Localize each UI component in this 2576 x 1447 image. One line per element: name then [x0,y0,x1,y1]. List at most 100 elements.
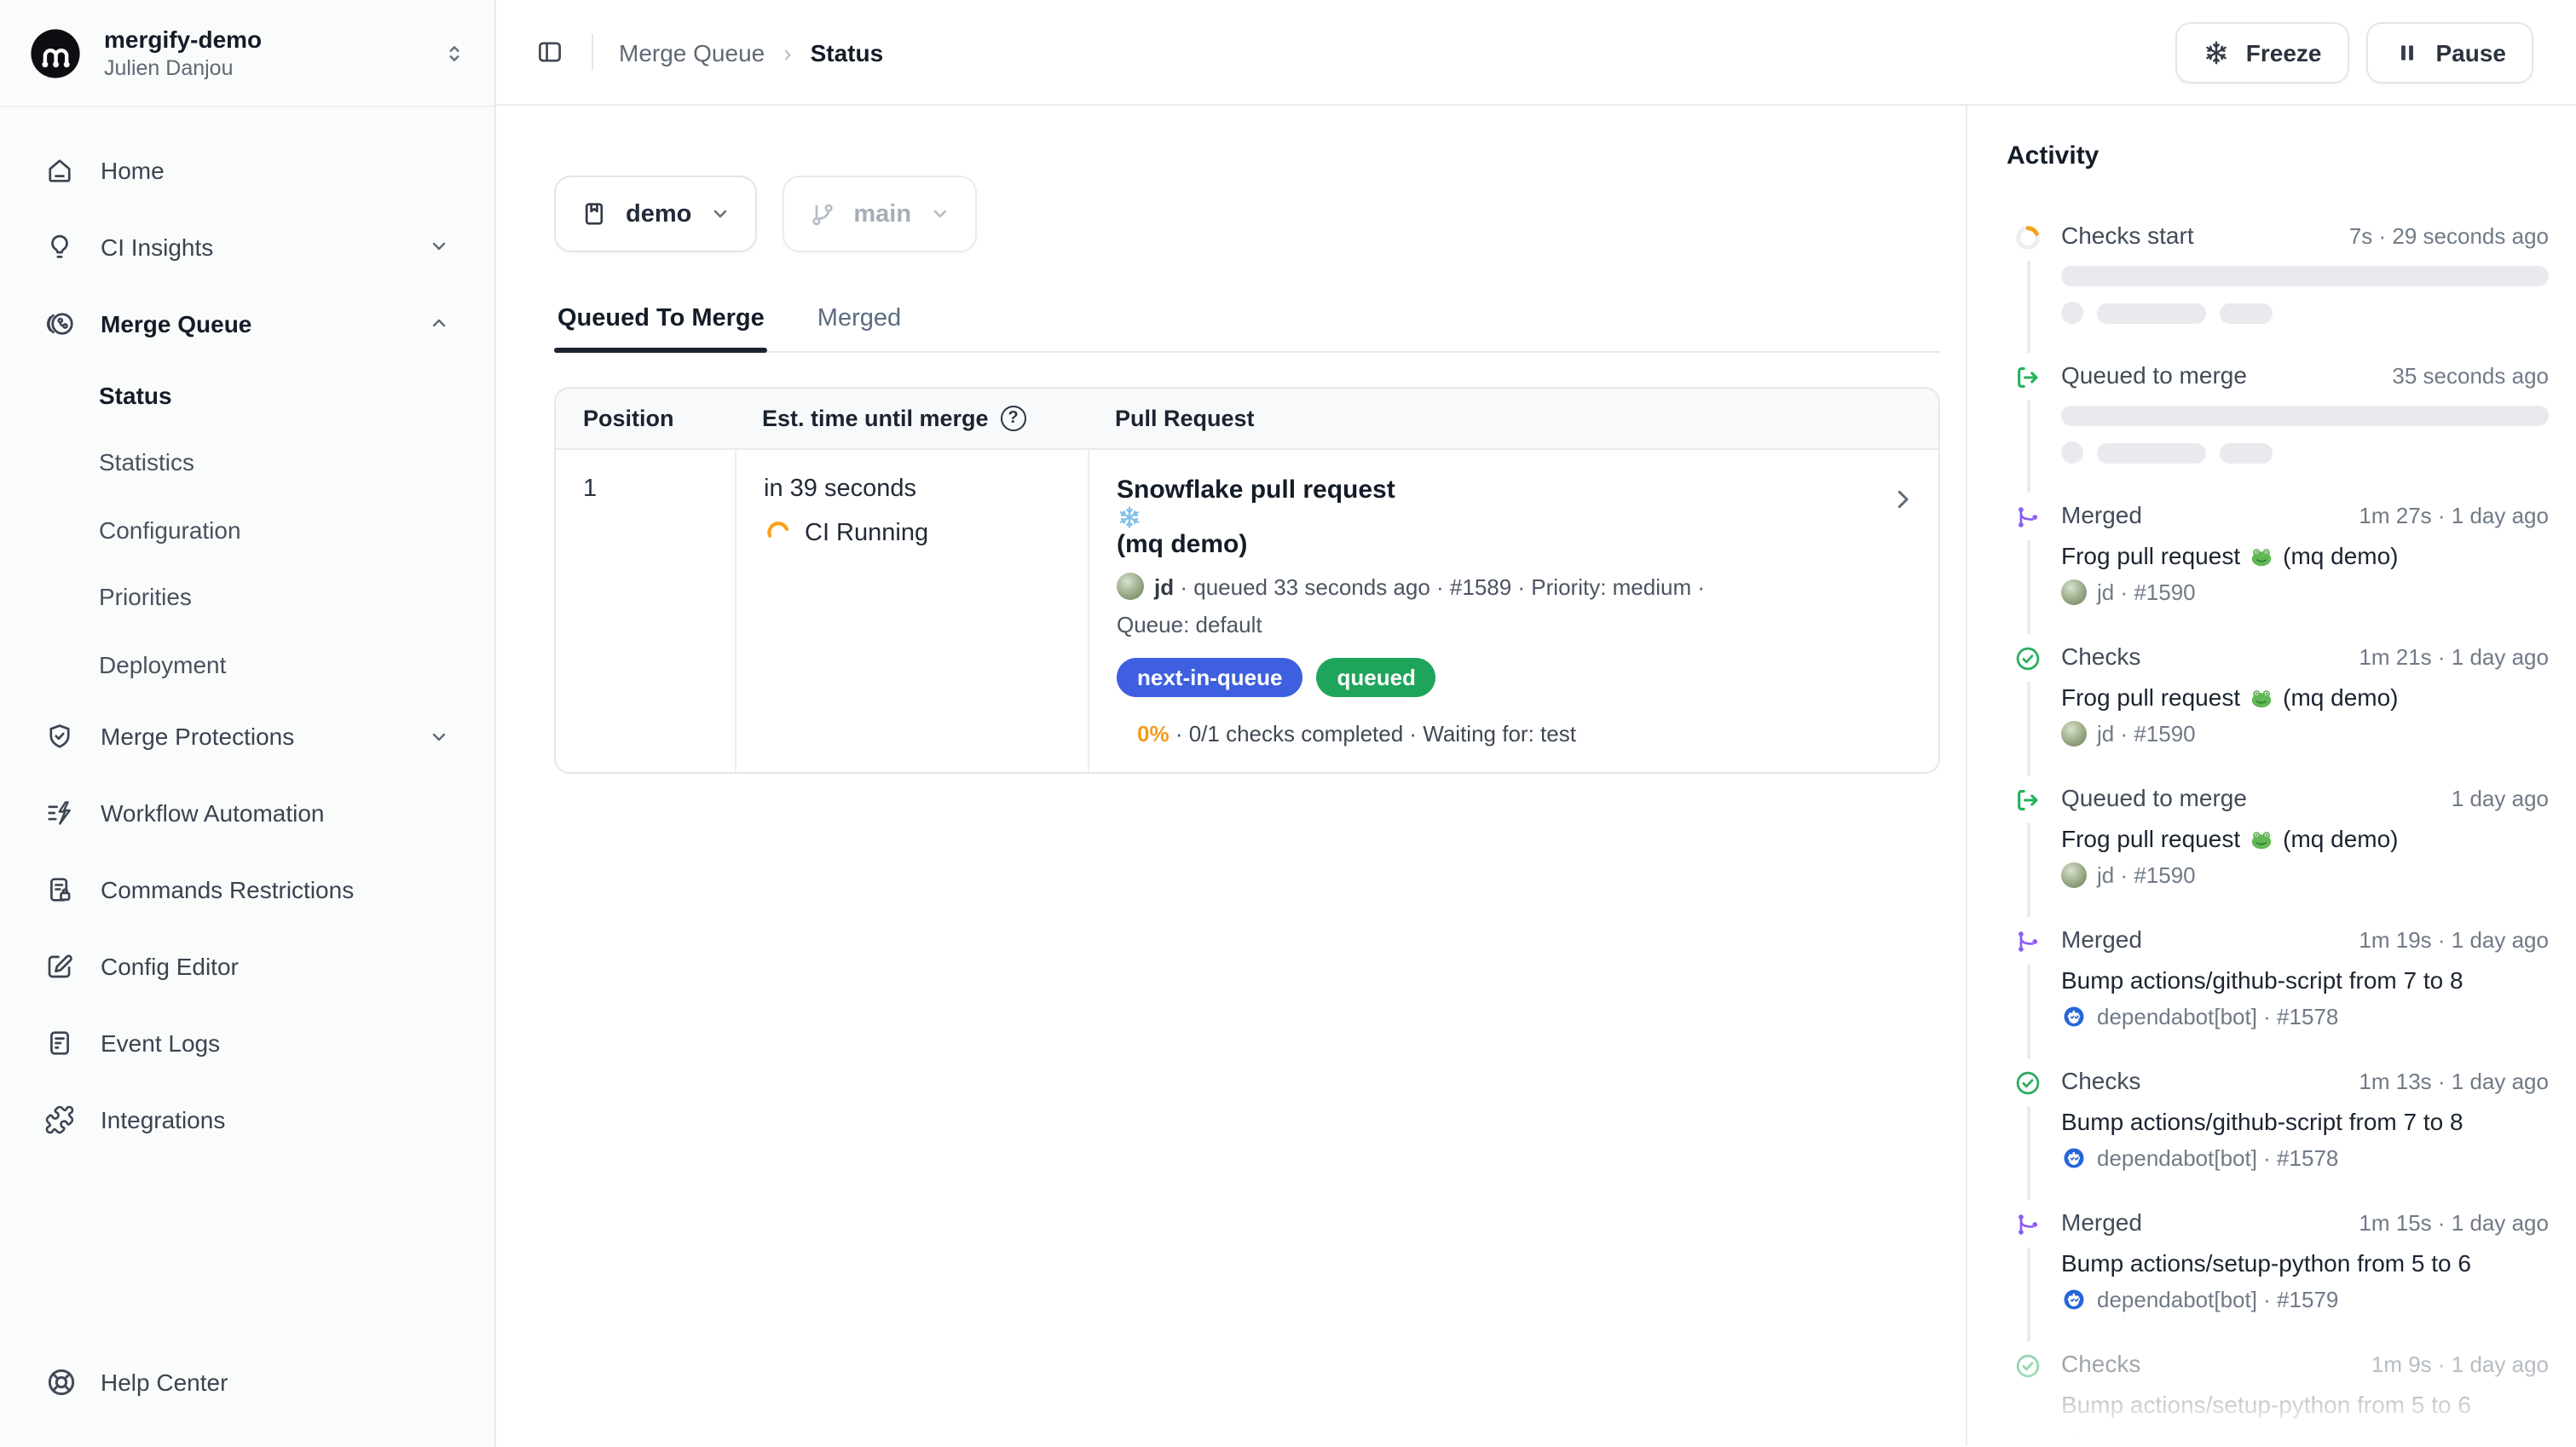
sidebar-item-integrations[interactable]: Integrations [20,1081,474,1158]
freeze-button[interactable]: Freeze [2176,21,2349,83]
activity-time: 1m 13s · 1 day ago [2359,1069,2549,1094]
activity-label: Checks [2061,1067,2140,1094]
workflow-icon [44,798,75,828]
queued-icon [2013,786,2042,815]
sidebar-item-label: Event Logs [101,1029,450,1057]
sidebar-item-ci-insights[interactable]: CI Insights [20,208,474,285]
activity-pr-title[interactable]: Bump actions/setup-python from 5 to 6 [2061,1249,2549,1277]
loading-skeleton [2061,266,2549,324]
activity-pr-title[interactable]: Frog pull request (mq demo) [2061,683,2549,711]
sidebar: mergify-demo Julien Danjou Home CI Insigh… [0,0,496,1447]
pause-button[interactable]: Pause [2366,21,2534,83]
sidebar-item-label: Merge Queue [101,309,402,337]
activity-item-checks-start: Checks start7s · 29 seconds ago [2013,222,2549,324]
queue-tabs: Queued To Merge Merged [554,305,1940,353]
breadcrumb-status: Status [811,38,884,66]
activity-time: 7s · 29 seconds ago [2349,223,2549,249]
mergify-logo-icon [27,25,84,81]
activity-pr-title[interactable]: Bump actions/github-script from 7 to 8 [2061,966,2549,994]
tab-queued-to-merge[interactable]: Queued To Merge [554,305,768,351]
activity-time: 1m 27s · 1 day ago [2359,503,2549,528]
sidebar-item-commands-restrictions[interactable]: Commands Restrictions [20,851,474,928]
breadcrumb: Merge Queue › Status [619,38,883,66]
repository-icon [580,199,609,228]
sidebar-toggle-icon[interactable] [530,32,569,72]
activity-item-checks[interactable]: Checks 1m 21s · 1 day ago Frog pull reques… [2013,643,2549,747]
sidebar-item-status[interactable]: Status [20,361,474,429]
sidebar-item-label: Priorities [99,584,450,611]
checks-icon [2013,1069,2042,1098]
breadcrumb-merge-queue[interactable]: Merge Queue [619,38,765,66]
activity-pr-title[interactable]: Frog pull request (mq demo) [2061,542,2549,569]
sidebar-item-label: CI Insights [101,233,402,260]
activity-time: 1m 21s · 1 day ago [2359,644,2549,670]
activity-item-merged[interactable]: Merged1m 15s · 1 day agoBump actions/set… [2013,1208,2549,1312]
sidebar-item-merge-queue[interactable]: Merge Queue [20,285,474,361]
merge-queue-status-page: demo main [496,106,1966,1445]
sidebar-item-home[interactable]: Home [20,131,474,208]
sidebar-item-deployment[interactable]: Deployment [20,631,474,698]
activity-pr-title[interactable]: Frog pull request (mq demo) [2061,825,2549,852]
activity-pr-title[interactable]: Bump actions/github-script from 7 to 8 [2061,1108,2549,1135]
activity-item-queued-to-merge[interactable]: Queued to merge1 day agoFrog pull reques… [2013,784,2549,888]
activity-label: Merged [2061,1208,2142,1236]
sidebar-item-configuration[interactable]: Configuration [20,496,474,563]
pause-label: Pause [2436,38,2507,66]
activity-pr-meta: jd · #1590 [2097,721,2196,747]
home-icon [44,154,75,185]
merged-icon [2013,1210,2042,1239]
divider [592,34,593,70]
chevron-right-icon[interactable] [1889,486,1916,513]
pr-queue: Queue: default [1117,612,1911,637]
activity-pr-meta: jd · #1590 [2097,579,2196,605]
table-row[interactable]: 1 in 39 seconds CI Running Snowfla [556,450,1938,772]
sidebar-item-label: Workflow Automation [101,799,450,827]
activity-title: Activity [2007,141,2549,170]
sidebar-item-label: Configuration [99,516,450,544]
branch-select[interactable]: main [782,176,976,252]
sidebar-item-help-center[interactable]: Help Center [0,1352,494,1413]
activity-time: 35 seconds ago [2392,363,2549,389]
sidebar-item-merge-protections[interactable]: Merge Protections [20,698,474,775]
sidebar-item-workflow-automation[interactable]: Workflow Automation [20,775,474,851]
row-eta: in 39 seconds [764,476,1060,503]
sidebar-item-label: Merge Protections [101,723,402,750]
sidebar-item-config-editor[interactable]: Config Editor [20,928,474,1005]
column-pull-request: Pull Request [1088,389,1938,448]
activity-label: Checks [2061,1350,2140,1377]
merged-icon [2013,927,2042,956]
help-circle-icon[interactable]: ? [1001,406,1026,431]
activity-item-merged[interactable]: Merged1m 19s · 1 day agoBump actions/git… [2013,925,2549,1029]
pr-meta: · queued 33 seconds ago · #1589 · Priori… [1174,574,1705,599]
shield-check-icon [44,721,75,752]
pr-title[interactable]: Snowflake pull request (mq demo) [1117,476,1911,559]
activity-label: Queued to merge [2061,361,2247,389]
frog-emoji [2249,684,2274,710]
org-switcher[interactable]: mergify-demo Julien Danjou [0,0,494,107]
snowflake-icon [2203,38,2231,66]
dependabot-icon [2061,1145,2087,1171]
badge-queued: queued [1316,658,1435,697]
sidebar-item-label: Commands Restrictions [101,876,450,903]
sidebar-item-priorities[interactable]: Priorities [20,563,474,631]
tab-merged[interactable]: Merged [814,305,904,351]
merged-icon [2013,503,2042,532]
activity-item-checks[interactable]: Checks 1m 13s · 1 day ago Bump actions/git… [2013,1067,2549,1171]
repository-select[interactable]: demo [554,176,756,252]
activity-label: Checks [2061,643,2140,670]
checks-icon [2013,1352,2042,1381]
activity-pr-title[interactable]: Bump actions/setup-python from 5 to 6 [2061,1391,2549,1418]
org-owner: Julien Danjou [104,54,421,81]
avatar [1117,573,1144,600]
pause-icon [2394,38,2421,66]
activity-panel: Activity Checks start7s · 29 seconds ago… [1966,106,2576,1445]
topbar: Merge Queue › Status Freeze [496,0,2576,106]
sidebar-item-statistics[interactable]: Statistics [20,429,474,496]
row-position: 1 [556,450,735,772]
git-branch-icon [807,199,836,228]
activity-item-checks[interactable]: Checks1m 9s · 1 day agoBump actions/setu… [2013,1350,2549,1445]
sidebar-item-event-logs[interactable]: Event Logs [20,1005,474,1081]
chevron-down-icon [708,203,731,225]
activity-item-merged[interactable]: Merged1m 27s · 1 day agoFrog pull reques… [2013,501,2549,605]
loading-skeleton [2061,406,2549,464]
